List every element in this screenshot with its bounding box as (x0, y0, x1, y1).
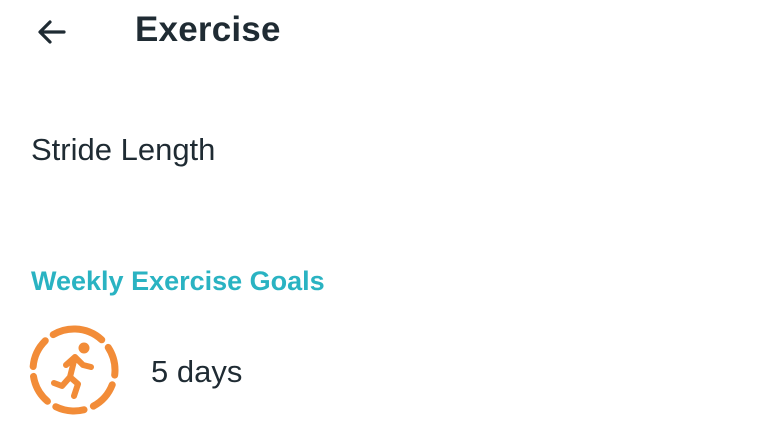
stride-length-setting[interactable]: Stride Length (0, 115, 768, 187)
weekly-exercise-goals-heading: Weekly Exercise Goals (31, 266, 325, 296)
stride-length-label: Stride Length (31, 132, 216, 167)
weekly-exercise-goal-row[interactable]: 5 days (0, 318, 768, 420)
app-header: Exercise (0, 0, 768, 64)
running-person-icon (29, 325, 119, 415)
page-title: Exercise (135, 10, 281, 49)
arrow-left-icon (38, 20, 66, 44)
weekly-goal-value: 5 days (151, 354, 243, 389)
back-button[interactable] (28, 8, 76, 56)
